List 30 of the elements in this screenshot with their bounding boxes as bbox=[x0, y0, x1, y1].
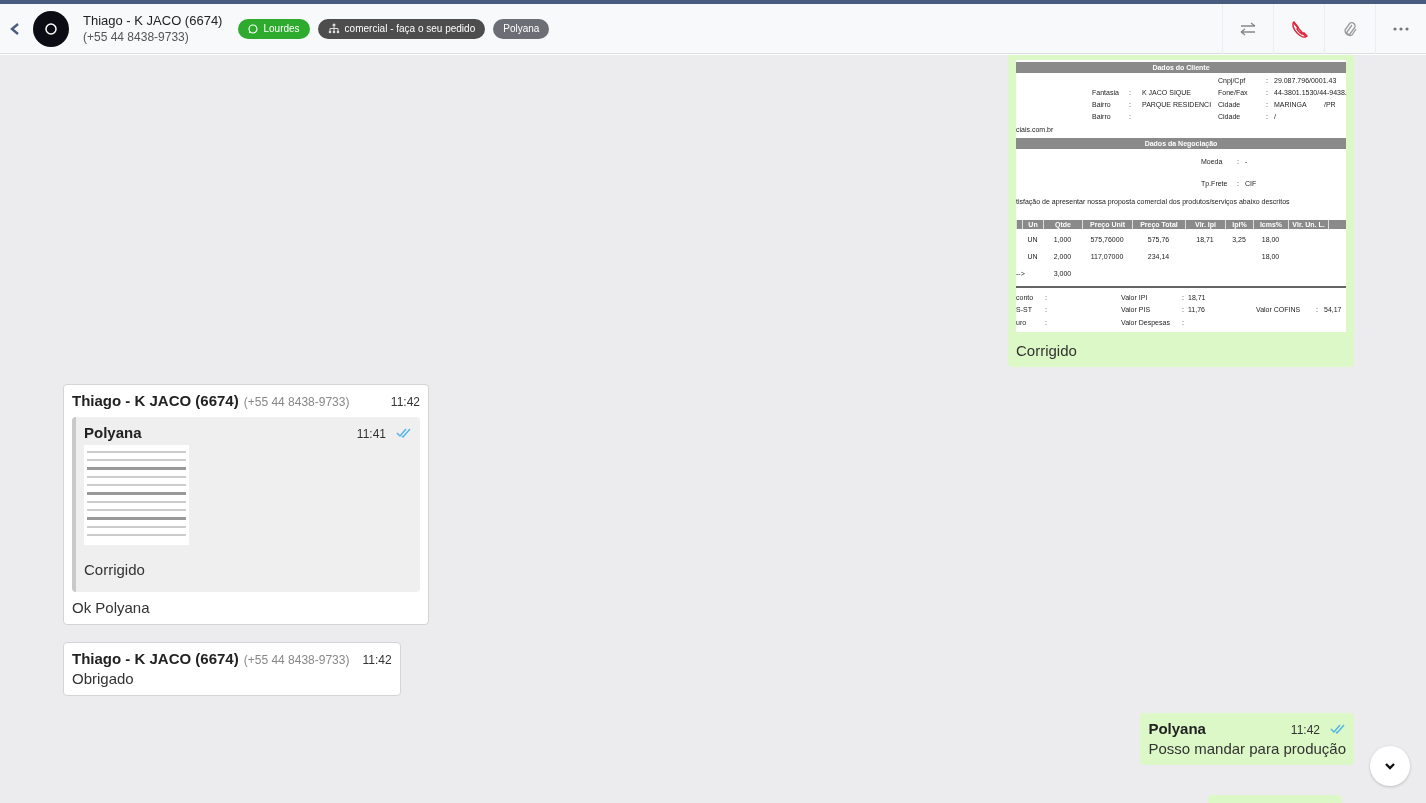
sender-phone: (+55 44 8438-9733) bbox=[243, 395, 350, 409]
tag: Polyana bbox=[493, 18, 550, 39]
paperclip-icon[interactable] bbox=[1343, 19, 1357, 38]
sender-name: Thiago - K JACO (6674) bbox=[72, 392, 239, 409]
message-text: Ok Polyana bbox=[72, 599, 151, 616]
sender-name: Thiago - K JACO (6674) bbox=[72, 650, 239, 667]
sender-name: Polyana bbox=[1148, 720, 1206, 737]
phone-off-icon[interactable] bbox=[1290, 19, 1308, 38]
message-text: Corrigido bbox=[84, 561, 146, 578]
org-chart-icon bbox=[327, 23, 340, 34]
sender-name: Polyana bbox=[84, 424, 142, 441]
more-icon[interactable] bbox=[1393, 26, 1409, 31]
message-text: Corrigido bbox=[1016, 342, 1078, 359]
avatar bbox=[33, 10, 69, 47]
contact-name: Thiago - K JACO (6674) bbox=[83, 11, 223, 29]
message-time: 11:42 bbox=[1289, 723, 1320, 737]
message-text: Posso mandar para produção bbox=[1148, 740, 1346, 757]
contact-phone: (+55 44 8438-9733) bbox=[83, 28, 190, 46]
message-time: 11:42 bbox=[361, 653, 392, 667]
document-image[interactable] bbox=[1016, 59, 1346, 332]
tag: comercial - faça o seu pedido bbox=[317, 18, 486, 39]
tag: Lourdes bbox=[238, 18, 310, 39]
message-time: 11:42 bbox=[389, 395, 420, 409]
message-text: Obrigado bbox=[72, 670, 135, 687]
chevron-down-icon bbox=[1384, 762, 1396, 770]
quoted-message[interactable]: Polyana 11:41 Corrigido bbox=[72, 417, 420, 592]
sender-phone: (+55 44 8438-9733) bbox=[243, 653, 350, 667]
whatsapp-icon bbox=[248, 23, 259, 34]
message-time: 11:41 bbox=[355, 427, 386, 441]
transfer-icon[interactable] bbox=[1239, 21, 1257, 36]
